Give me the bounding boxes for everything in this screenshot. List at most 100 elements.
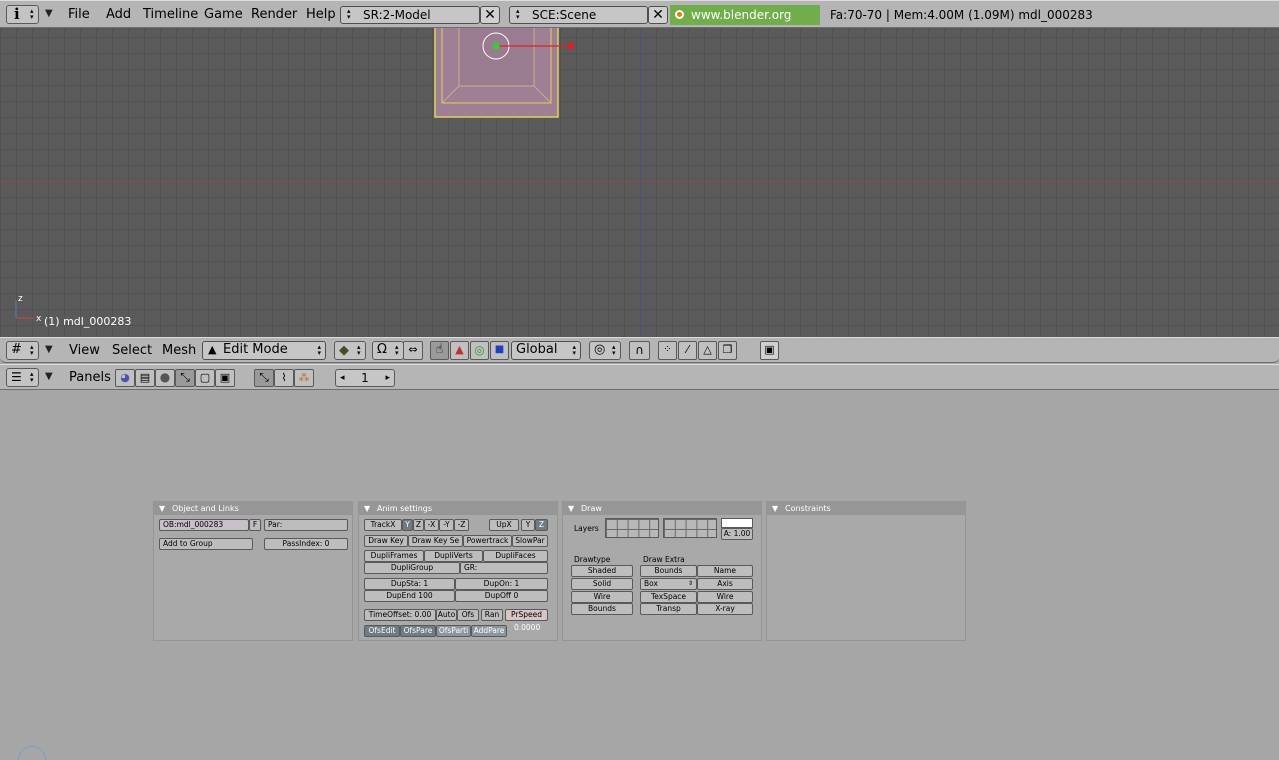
dupli-verts-button[interactable]: DupliVerts bbox=[424, 550, 483, 562]
scene-select-field[interactable]: ▴ ▾ SCE:Scene bbox=[509, 6, 648, 24]
add-to-group-button[interactable]: Add to Group bbox=[159, 538, 253, 550]
mesh-cube[interactable] bbox=[430, 28, 580, 123]
menu-add[interactable]: Add bbox=[106, 1, 131, 27]
auto-button[interactable]: Auto bbox=[436, 609, 457, 621]
menu-timeline[interactable]: Timeline bbox=[143, 1, 198, 27]
menu-select[interactable]: Select bbox=[112, 338, 152, 362]
face-select-icon[interactable]: △ bbox=[698, 341, 717, 360]
screen-delete-button[interactable]: ✕ bbox=[480, 6, 500, 24]
viewport-3d[interactable]: z x (1) mdl_000283 bbox=[0, 28, 1279, 337]
draw-extra-axis[interactable]: Axis bbox=[697, 578, 753, 590]
blender-url-badge[interactable]: www.blender.org 249.2 bbox=[670, 5, 820, 42]
drawtype-solid[interactable]: Solid bbox=[571, 578, 633, 590]
decrement-arrow-icon[interactable]: ◂ bbox=[340, 370, 345, 386]
pivot-select[interactable]: Ω ▴ ▾ bbox=[372, 341, 404, 360]
draw-extra-name[interactable]: Name bbox=[697, 565, 753, 577]
transform-widget-icon[interactable]: ⇔ bbox=[403, 341, 423, 360]
track-z-button[interactable]: Z bbox=[413, 519, 424, 531]
track-negz-button[interactable]: -Z bbox=[454, 519, 469, 531]
object-name-field[interactable]: OB:mdl_000283 bbox=[159, 519, 249, 531]
collapse-triangle-icon[interactable]: ▼ bbox=[772, 502, 778, 515]
ran-button[interactable]: Ran bbox=[481, 609, 503, 621]
editing-context-icon[interactable]: ▢ bbox=[195, 369, 215, 387]
snap-icon[interactable]: ∩ bbox=[629, 341, 650, 360]
ofs-particle-button[interactable]: OfsParti bbox=[436, 625, 471, 637]
render-preview-icon[interactable]: ▣ bbox=[760, 341, 779, 360]
ofs-parent-button[interactable]: OfsPare bbox=[400, 625, 436, 637]
mode-select[interactable]: ▲ Edit Mode ▴ ▾ bbox=[202, 341, 326, 360]
orientation-select[interactable]: Global ▴ ▾ bbox=[511, 341, 581, 360]
draw-extra-transp[interactable]: Transp bbox=[640, 603, 697, 615]
up-y-button[interactable]: Y bbox=[521, 519, 535, 531]
hand-manipulator-icon[interactable]: ☝ bbox=[430, 341, 449, 360]
scale-manipulator-icon[interactable]: ■ bbox=[490, 341, 509, 360]
color-swatch[interactable] bbox=[721, 518, 753, 528]
occlude-geometry-icon[interactable]: ❒ bbox=[718, 341, 737, 360]
track-negy-button[interactable]: -Y bbox=[439, 519, 454, 531]
scene-context-icon[interactable]: ▣ bbox=[215, 369, 235, 387]
object-context-icon[interactable]: ⤡ bbox=[175, 369, 195, 387]
collapse-menu-icon[interactable]: ▼ bbox=[45, 8, 53, 19]
proportional-select[interactable]: ◎ ▴ ▾ bbox=[589, 341, 621, 360]
translate-manipulator-icon[interactable]: ▲ bbox=[450, 341, 469, 360]
track-y-button[interactable]: Y bbox=[402, 519, 413, 531]
parent-field[interactable]: Par: bbox=[264, 519, 348, 531]
dupli-frames-button[interactable]: DupliFrames bbox=[364, 550, 424, 562]
info-editor-button[interactable]: i ▴ ▾ bbox=[6, 5, 39, 24]
manipulator-x-tip[interactable] bbox=[568, 43, 574, 49]
draw-key-sel-button[interactable]: Draw Key Se bbox=[408, 535, 463, 547]
menu-render[interactable]: Render bbox=[251, 1, 297, 27]
editor-type-button[interactable]: # ▴ ▾ bbox=[6, 341, 39, 360]
increment-arrow-icon[interactable]: ▸ bbox=[385, 370, 390, 386]
time-offset-field[interactable]: TimeOffset: 0.00 bbox=[364, 609, 436, 621]
track-x-button[interactable]: TrackX bbox=[364, 519, 402, 531]
menu-view[interactable]: View bbox=[69, 338, 100, 362]
screen-select-field[interactable]: ▴ ▾ SR:2-Model bbox=[340, 6, 480, 24]
anim-settings-title[interactable]: ▼ Anim settings bbox=[359, 502, 557, 515]
slowpar-button[interactable]: SlowPar bbox=[512, 535, 548, 547]
layers-grid-right[interactable] bbox=[663, 518, 717, 538]
menu-mesh[interactable]: Mesh bbox=[162, 338, 196, 362]
scene-delete-button[interactable]: ✕ bbox=[648, 6, 668, 24]
logic-context-icon[interactable]: ◕ bbox=[115, 369, 135, 387]
particles-subcontext-icon[interactable]: ⁂ bbox=[294, 369, 314, 387]
collapse-menu-icon[interactable]: ▼ bbox=[45, 371, 53, 382]
drawtype-bounds[interactable]: Bounds bbox=[571, 603, 633, 615]
draw-type-select[interactable]: ◆ ▴ ▾ bbox=[334, 341, 366, 360]
editor-type-button[interactable]: ☰ ▴ ▾ bbox=[6, 368, 39, 387]
drawtype-wire[interactable]: Wire bbox=[571, 591, 633, 603]
group-field[interactable]: GR: bbox=[460, 562, 548, 574]
rotate-manipulator-icon[interactable]: ◎ bbox=[470, 341, 489, 360]
script-context-icon[interactable]: ▤ bbox=[135, 369, 155, 387]
track-negx-button[interactable]: -X bbox=[424, 519, 439, 531]
draw-extra-xray[interactable]: X-ray bbox=[697, 603, 753, 615]
ofs-edit-button[interactable]: OfsEdit bbox=[364, 625, 400, 637]
up-z-button[interactable]: Z bbox=[535, 519, 548, 531]
dup-start-field[interactable]: DupSta: 1 bbox=[364, 578, 455, 590]
up-x-button[interactable]: UpX bbox=[489, 519, 519, 531]
dupli-faces-button[interactable]: DupliFaces bbox=[483, 550, 548, 562]
add-parent-button[interactable]: AddPare bbox=[471, 625, 507, 637]
menu-help[interactable]: Help bbox=[306, 1, 336, 27]
dup-off-field[interactable]: DupOff 0 bbox=[455, 590, 548, 602]
draw-extra-wire[interactable]: Wire bbox=[697, 591, 753, 603]
draw-extra-bounds[interactable]: Bounds bbox=[640, 565, 697, 577]
edge-select-icon[interactable]: ⁄ bbox=[678, 341, 697, 360]
bounds-type-select[interactable]: Box ⇕ bbox=[640, 578, 697, 590]
dup-on-field[interactable]: DupOn: 1 bbox=[455, 578, 548, 590]
dupli-group-button[interactable]: DupliGroup bbox=[364, 562, 460, 574]
object-subcontext-icon[interactable]: ⤡ bbox=[254, 369, 274, 387]
collapse-triangle-icon[interactable]: ▼ bbox=[568, 502, 574, 515]
dup-end-field[interactable]: DupEnd 100 bbox=[364, 590, 455, 602]
physics-subcontext-icon[interactable]: ⌇ bbox=[274, 369, 294, 387]
object-links-title[interactable]: ▼ Object and Links bbox=[154, 502, 352, 515]
draw-extra-texspace[interactable]: TexSpace bbox=[640, 591, 697, 603]
frame-number-field[interactable]: ◂ 1 ▸ bbox=[335, 369, 395, 387]
pass-index-field[interactable]: PassIndex: 0 bbox=[264, 538, 348, 550]
constraints-title[interactable]: ▼ Constraints bbox=[767, 502, 965, 515]
ofs-button[interactable]: Ofs bbox=[457, 609, 479, 621]
drawtype-shaded[interactable]: Shaded bbox=[571, 565, 633, 577]
collapse-triangle-icon[interactable]: ▼ bbox=[364, 502, 370, 515]
alpha-field[interactable]: A: 1.00 bbox=[721, 528, 753, 540]
draw-key-button[interactable]: Draw Key bbox=[364, 535, 408, 547]
